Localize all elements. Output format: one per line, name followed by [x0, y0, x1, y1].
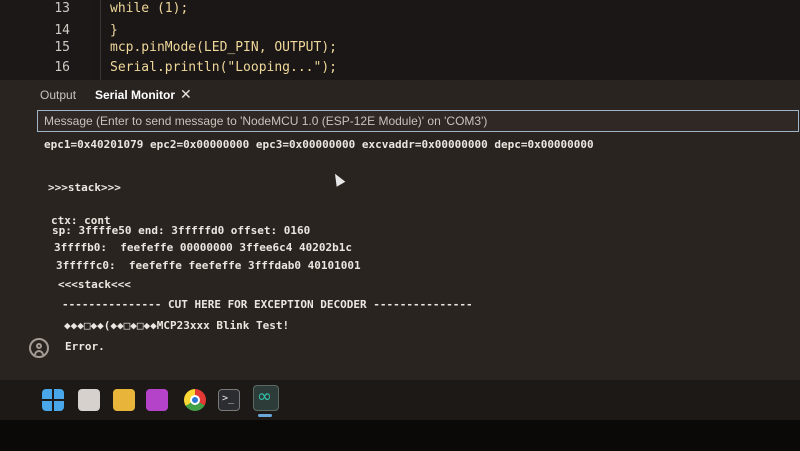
serial-line: <<<stack<<< [58, 278, 131, 291]
file-explorer-icon[interactable] [113, 389, 135, 411]
serial-line: ◆◆◆□◆◆(◆◆□◆□◆◆MCP23xxx Blink Test! [64, 319, 290, 332]
arduino-ide-icon[interactable] [253, 385, 279, 411]
close-icon[interactable]: ✕ [180, 86, 192, 103]
panel-tabs: Output Serial Monitor ✕ [0, 84, 800, 110]
account-icon[interactable] [29, 338, 49, 358]
line-number-gutter [0, 0, 92, 80]
chrome-icon[interactable] [184, 389, 206, 411]
onenote-icon[interactable] [146, 389, 168, 411]
serial-line: sp: 3ffffe50 end: 3fffffd0 offset: 0160 [52, 224, 311, 237]
active-app-indicator [258, 414, 272, 417]
terminal-icon[interactable] [218, 389, 240, 411]
code-editor[interactable]: 13 while (1); 14 } 15 mcp.pinMode(LED_PI… [0, 0, 800, 80]
line-number: 15 [54, 40, 70, 55]
indent-guide [100, 0, 101, 80]
serial-line: Error. [65, 340, 105, 353]
code-text[interactable]: mcp.pinMode(LED_PIN, OUTPUT); [110, 37, 337, 58]
serial-line: >>>stack>>> [48, 181, 121, 194]
code-text[interactable]: while (1); [110, 0, 188, 19]
code-text[interactable]: Serial.println("Looping..."); [110, 57, 337, 78]
tab-output[interactable]: Output [40, 88, 76, 102]
serial-message-input[interactable] [37, 110, 799, 132]
line-number: 13 [54, 1, 70, 16]
serial-line: 3ffffb0: feefeffe 00000000 3ffee6c4 4020… [54, 241, 353, 254]
serial-output: epc1=0x40201079 epc2=0x00000000 epc3=0x0… [40, 138, 800, 378]
line-number: 16 [54, 60, 70, 75]
serial-line: 3fffffc0: feefeffe feefeffe 3fffdab0 401… [56, 259, 361, 272]
snipping-tool-icon[interactable] [78, 389, 100, 411]
tab-serial-monitor[interactable]: Serial Monitor [95, 88, 175, 102]
serial-line: --------------- CUT HERE FOR EXCEPTION D… [62, 298, 473, 311]
serial-line: epc1=0x40201079 epc2=0x00000000 epc3=0x0… [44, 138, 594, 151]
monitor-bezel [0, 420, 800, 451]
windows-start-icon[interactable] [42, 389, 64, 411]
